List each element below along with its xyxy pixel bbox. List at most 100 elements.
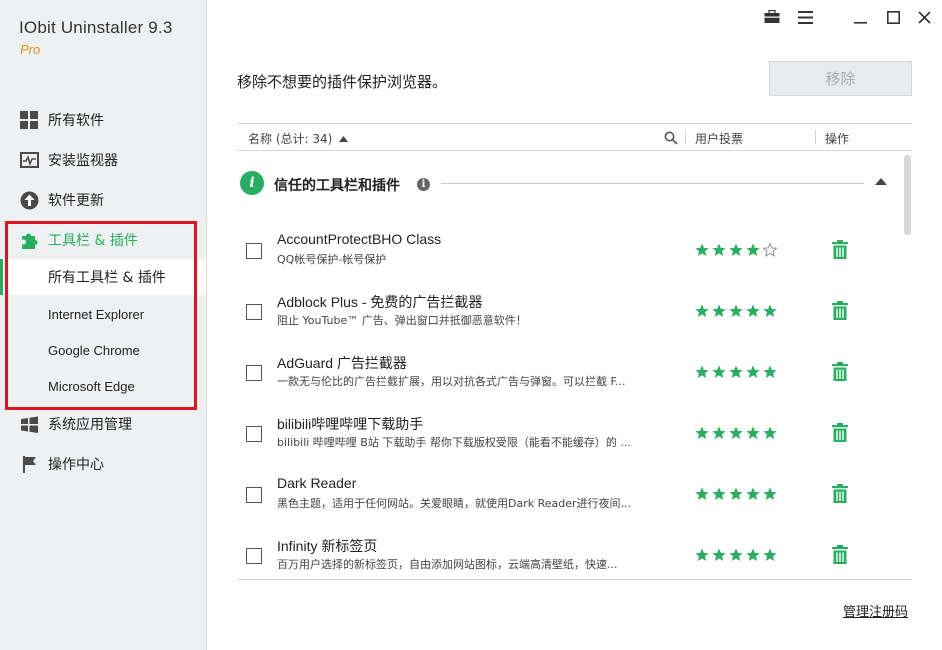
column-separator: [685, 130, 686, 144]
star-filled-icon: [712, 487, 726, 500]
menu-icon[interactable]: [795, 8, 815, 26]
star-filled-icon: [712, 426, 726, 439]
star-filled-icon: [763, 426, 777, 439]
list-item[interactable]: Infinity 新标签页 百万用户选择的新标签页，自由添加网站图标，云端高清壁纸…: [237, 536, 902, 592]
subitem-label: Microsoft Edge: [48, 378, 135, 394]
subitem-label: Internet Explorer: [48, 306, 145, 322]
subitem-all-toolbars[interactable]: 所有工具栏 & 插件: [0, 259, 206, 295]
trash-icon[interactable]: [832, 545, 848, 564]
row-checkbox[interactable]: [246, 243, 262, 259]
trash-icon[interactable]: [832, 484, 848, 503]
trash-icon[interactable]: [832, 423, 848, 442]
maximize-icon[interactable]: [883, 8, 903, 26]
item-description: QQ帐号保护-帐号保护: [277, 253, 387, 266]
star-filled-icon: [695, 487, 709, 500]
rating-stars: [695, 487, 777, 501]
item-description: 百万用户选择的新标签页，自由添加网站图标，云端高清壁纸，快速...: [277, 558, 618, 571]
subitem-label: Google Chrome: [48, 342, 140, 358]
star-filled-icon: [695, 426, 709, 439]
star-filled-icon: [763, 548, 777, 561]
sidebar-item-install-monitor[interactable]: 安装监视器: [0, 144, 206, 176]
sidebar-item-toolbars-plugins[interactable]: 工具栏 & 插件: [0, 224, 206, 256]
sidebar-item-action-center[interactable]: 操作中心: [0, 448, 206, 480]
item-description: bilibili 哔哩哔哩 B站 下载助手 帮你下载版权受限（能看不能缓存）的 …: [277, 436, 631, 449]
subitem-internet-explorer[interactable]: Internet Explorer: [0, 296, 206, 332]
puzzle-icon: [20, 231, 39, 250]
toolbox-icon[interactable]: [762, 8, 782, 26]
sidebar-item-software-update[interactable]: 软件更新: [0, 184, 206, 216]
flag-icon: [20, 455, 39, 474]
app-edition: Pro: [20, 42, 41, 57]
trash-icon[interactable]: [832, 362, 848, 381]
column-name-sort[interactable]: 名称 (总计: 34): [248, 130, 349, 147]
star-filled-icon: [763, 304, 777, 317]
sidebar-item-label: 安装监视器: [48, 153, 118, 169]
row-checkbox[interactable]: [246, 365, 262, 381]
sidebar-item-label: 工具栏 & 插件: [48, 233, 138, 249]
star-filled-icon: [746, 365, 760, 378]
monitor-icon: [20, 151, 39, 170]
item-description: 一款无与伦比的广告拦截扩展，用以对抗各式广告与弹窗。可以拦截 F...: [277, 375, 626, 388]
list-item[interactable]: bilibili哔哩哔哩下载助手 bilibili 哔哩哔哩 B站 下载助手 帮你…: [237, 414, 902, 470]
search-icon[interactable]: [664, 131, 678, 145]
info-badge-icon: i: [240, 171, 264, 195]
item-name: AdGuard 广告拦截器: [277, 355, 407, 371]
info-icon[interactable]: i: [417, 178, 430, 191]
manage-license-link[interactable]: 管理注册码: [843, 601, 908, 620]
star-filled-icon: [712, 243, 726, 256]
sidebar-item-all-software[interactable]: 所有软件: [0, 104, 206, 136]
column-votes-label: 用户投票: [695, 132, 744, 146]
sidebar-item-label: 所有软件: [48, 113, 104, 129]
column-action-label: 操作: [825, 132, 850, 146]
star-filled-icon: [729, 487, 743, 500]
trash-icon[interactable]: [832, 301, 848, 320]
trash-icon[interactable]: [832, 240, 848, 259]
list-item[interactable]: AdGuard 广告拦截器一款无与伦比的广告拦截扩展，用以对抗各式广告与弹窗。可…: [237, 353, 902, 409]
star-filled-icon: [746, 243, 760, 256]
sort-up-icon: [339, 135, 349, 142]
star-filled-icon: [763, 365, 777, 378]
star-filled-icon: [712, 548, 726, 561]
star-filled-icon: [729, 304, 743, 317]
star-filled-icon: [695, 243, 709, 256]
column-name-label: 名称 (总计: 34): [248, 132, 333, 146]
star-filled-icon: [695, 365, 709, 378]
item-description: 阻止 YouTube™ 广告、弹出窗口并抵御恶意软件！: [277, 314, 527, 327]
list-divider: [237, 579, 912, 580]
close-icon[interactable]: [914, 8, 934, 26]
sidebar: IObit Uninstaller 9.3 Pro 所有软件 安装监视器 软件更…: [0, 0, 207, 650]
grid-icon: [20, 111, 39, 130]
star-filled-icon: [746, 426, 760, 439]
row-checkbox[interactable]: [246, 304, 262, 320]
row-checkbox[interactable]: [246, 426, 262, 442]
star-filled-icon: [695, 304, 709, 317]
rating-stars: [695, 304, 777, 318]
subitem-microsoft-edge[interactable]: Microsoft Edge: [0, 368, 206, 404]
sidebar-item-label: 软件更新: [48, 193, 104, 209]
star-empty-icon: [763, 243, 777, 257]
scrollbar-thumb[interactable]: [904, 155, 911, 235]
star-filled-icon: [712, 304, 726, 317]
list-item[interactable]: AccountProtectBHO Class QQ帐号保护-帐号保护: [237, 231, 902, 287]
minimize-icon[interactable]: [850, 8, 870, 26]
subitem-google-chrome[interactable]: Google Chrome: [0, 332, 206, 368]
group-divider: [441, 183, 864, 184]
remove-button[interactable]: 移除: [769, 61, 912, 96]
page-title: 移除不想要的插件保护浏览器。: [237, 73, 448, 91]
list-item[interactable]: Adblock Plus - 免费的广告拦截器阻止 YouTube™ 广告、弹出…: [237, 292, 902, 348]
sidebar-item-label: 操作中心: [48, 457, 104, 473]
sidebar-item-label: 系统应用管理: [48, 417, 132, 433]
row-checkbox[interactable]: [246, 487, 262, 503]
item-name: Adblock Plus - 免费的广告拦截器: [277, 294, 483, 310]
star-filled-icon: [746, 304, 760, 317]
list-item[interactable]: Dark Reader 黑色主题，适用于任何网站。关爱眼睛，就使用Dark Rea…: [237, 475, 902, 531]
star-filled-icon: [763, 487, 777, 500]
row-checkbox[interactable]: [246, 548, 262, 564]
rating-stars: [695, 548, 777, 562]
column-separator: [815, 130, 816, 144]
sidebar-item-system-apps[interactable]: 系统应用管理: [0, 408, 206, 440]
item-name: Dark Reader: [277, 475, 357, 491]
collapse-triangle-icon[interactable]: [875, 178, 887, 185]
star-filled-icon: [729, 426, 743, 439]
star-filled-icon: [695, 548, 709, 561]
